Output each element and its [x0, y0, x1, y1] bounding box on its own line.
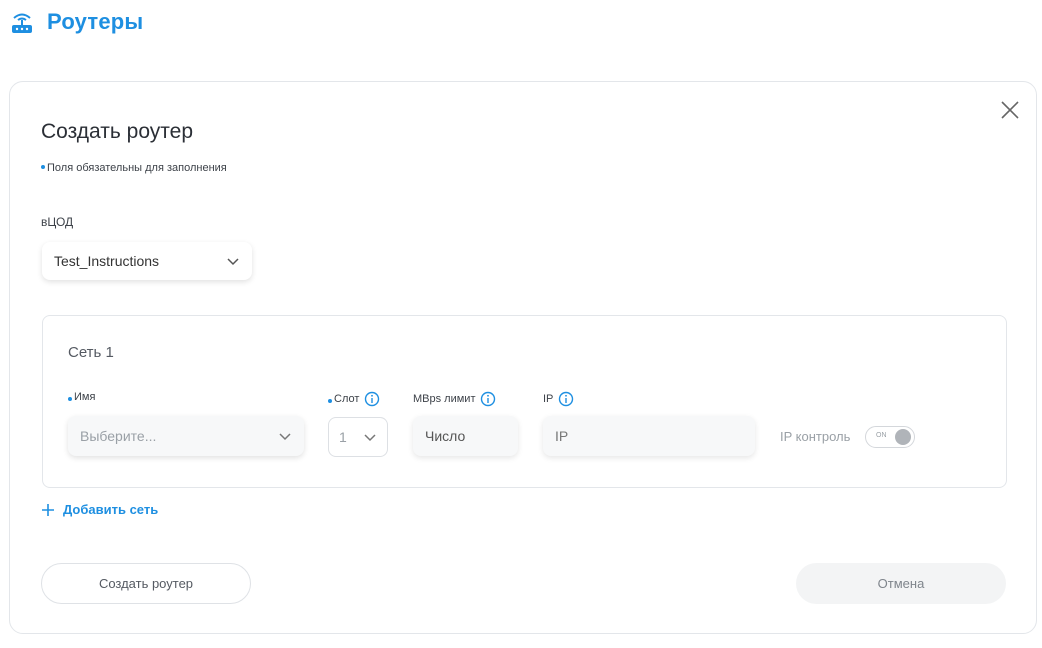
ip-placeholder: IP — [555, 428, 569, 444]
page-header: Роутеры — [9, 9, 143, 35]
mbps-placeholder: Число — [425, 428, 466, 444]
ip-control-toggle[interactable]: ON — [865, 426, 915, 448]
name-placeholder: Выберите... — [80, 428, 157, 444]
toggle-on-text: ON — [876, 432, 887, 439]
required-note: Поля обязательны для заполнения — [41, 162, 227, 174]
page-title: Роутеры — [47, 9, 144, 34]
name-label-text: Имя — [74, 391, 96, 403]
mbps-label-text: MBps лимит — [413, 393, 476, 405]
ip-label-text: IP — [543, 393, 554, 405]
slot-label: Слот — [328, 391, 380, 407]
chevron-down-icon — [279, 433, 291, 441]
ip-control-label: IP контроль — [780, 429, 851, 444]
router-icon — [12, 13, 32, 33]
mbps-label: MBps лимит — [413, 391, 496, 407]
required-dot — [41, 165, 45, 169]
add-network-label: Добавить сеть — [63, 502, 159, 517]
slot-value: 1 — [339, 429, 347, 445]
create-router-dialog: Создать роутер Поля обязательны для запо… — [9, 81, 1037, 634]
create-router-button[interactable]: Создать роутер — [41, 563, 251, 604]
slot-select[interactable]: 1 — [328, 417, 388, 457]
chevron-down-icon — [364, 434, 376, 442]
ip-input[interactable]: IP — [543, 416, 755, 456]
network-block: Сеть 1 Имя Выберите... Слот 1 MBps лимит… — [42, 315, 1007, 488]
info-icon[interactable] — [480, 391, 496, 407]
ip-label: IP — [543, 391, 574, 407]
vcod-label: вЦОД — [41, 215, 74, 229]
chevron-down-icon — [227, 258, 239, 266]
required-dot — [328, 398, 332, 403]
plus-icon — [42, 503, 54, 516]
required-dot — [68, 396, 72, 401]
required-note-text: Поля обязательны для заполнения — [47, 162, 227, 174]
info-icon[interactable] — [558, 391, 574, 407]
add-network-button[interactable]: Добавить сеть — [41, 502, 158, 517]
toggle-knob — [895, 429, 911, 445]
mbps-input[interactable]: Число — [413, 416, 518, 456]
network-title: Сеть 1 — [68, 344, 114, 361]
info-icon[interactable] — [364, 391, 380, 407]
dialog-title: Создать роутер — [41, 120, 194, 143]
name-label: Имя — [68, 391, 95, 403]
name-select[interactable]: Выберите... — [68, 416, 304, 456]
close-icon[interactable] — [1000, 100, 1020, 120]
slot-label-text: Слот — [334, 393, 360, 405]
cancel-button[interactable]: Отмена — [796, 563, 1006, 604]
vcod-select[interactable]: Test_Instructions — [42, 242, 252, 280]
vcod-value: Test_Instructions — [54, 253, 160, 269]
